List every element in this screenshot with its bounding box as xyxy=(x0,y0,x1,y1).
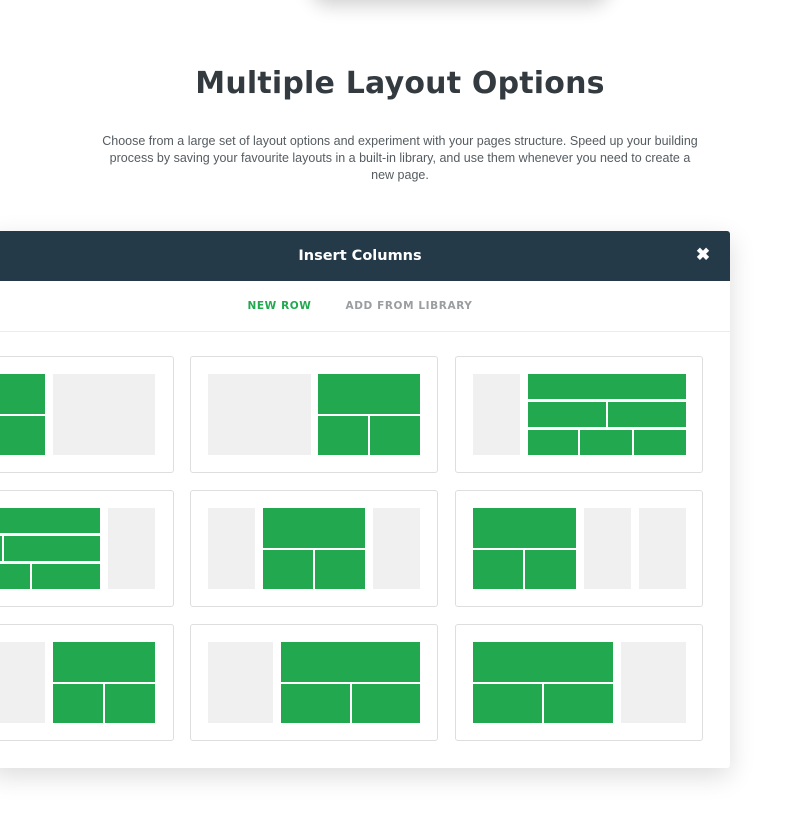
layout-block xyxy=(634,430,686,455)
layout-block xyxy=(315,550,365,589)
layout-block xyxy=(0,564,30,589)
layout-block xyxy=(208,642,273,723)
layout-option-8[interactable] xyxy=(190,624,438,741)
tab-add-from-library[interactable]: ADD FROM LIBRARY xyxy=(345,300,472,312)
layout-block xyxy=(352,684,420,723)
layout-block xyxy=(263,508,365,548)
modal-tabs: NEW ROW ADD FROM LIBRARY xyxy=(0,281,730,332)
layout-block xyxy=(528,374,686,399)
layout-block xyxy=(373,508,420,589)
modal-header: Insert Columns ✖ xyxy=(0,231,730,281)
layout-block xyxy=(32,564,100,589)
insert-columns-modal: Insert Columns ✖ NEW ROW ADD FROM LIBRAR… xyxy=(0,231,730,768)
layout-option-9[interactable] xyxy=(455,624,703,741)
layout-block xyxy=(528,402,606,427)
layout-block xyxy=(208,508,255,589)
layout-option-2[interactable] xyxy=(190,356,438,473)
layout-block xyxy=(370,416,420,455)
layout-block xyxy=(53,642,155,682)
layout-option-4[interactable] xyxy=(0,490,174,607)
layout-option-7[interactable] xyxy=(0,624,174,741)
modal-title: Insert Columns xyxy=(298,248,422,264)
layout-block xyxy=(0,642,45,723)
layout-block xyxy=(608,402,686,427)
layout-block xyxy=(473,684,542,723)
layout-block xyxy=(4,536,100,561)
layout-block xyxy=(53,374,155,455)
layout-block xyxy=(473,508,576,548)
page-description: Choose from a large set of layout option… xyxy=(102,134,698,182)
layout-block xyxy=(281,684,350,723)
layout-option-3[interactable] xyxy=(455,356,703,473)
layout-block xyxy=(584,508,631,589)
tab-new-row[interactable]: NEW ROW xyxy=(247,300,311,312)
layout-option-6[interactable] xyxy=(455,490,703,607)
layout-block xyxy=(263,550,313,589)
layout-block xyxy=(525,550,576,589)
layout-block xyxy=(318,416,368,455)
layout-block xyxy=(318,374,420,414)
layout-option-1[interactable] xyxy=(0,356,174,473)
page-title: Multiple Layout Options xyxy=(195,66,605,101)
layout-block xyxy=(639,508,686,589)
close-icon[interactable]: ✖ xyxy=(692,244,714,266)
layout-block xyxy=(53,684,103,723)
layout-block xyxy=(0,536,2,561)
layout-block xyxy=(473,374,520,455)
layout-block xyxy=(621,642,686,723)
layout-block xyxy=(105,684,155,723)
layout-block xyxy=(281,642,420,682)
layout-block xyxy=(544,684,613,723)
layout-block xyxy=(580,430,632,455)
layout-block xyxy=(473,550,523,589)
layout-block xyxy=(0,416,45,455)
layout-block xyxy=(108,508,155,589)
layout-block xyxy=(0,374,45,414)
layout-block xyxy=(473,642,613,682)
layout-block xyxy=(528,430,578,455)
layout-block xyxy=(208,374,311,455)
layout-block xyxy=(0,508,100,533)
layout-option-5[interactable] xyxy=(190,490,438,607)
